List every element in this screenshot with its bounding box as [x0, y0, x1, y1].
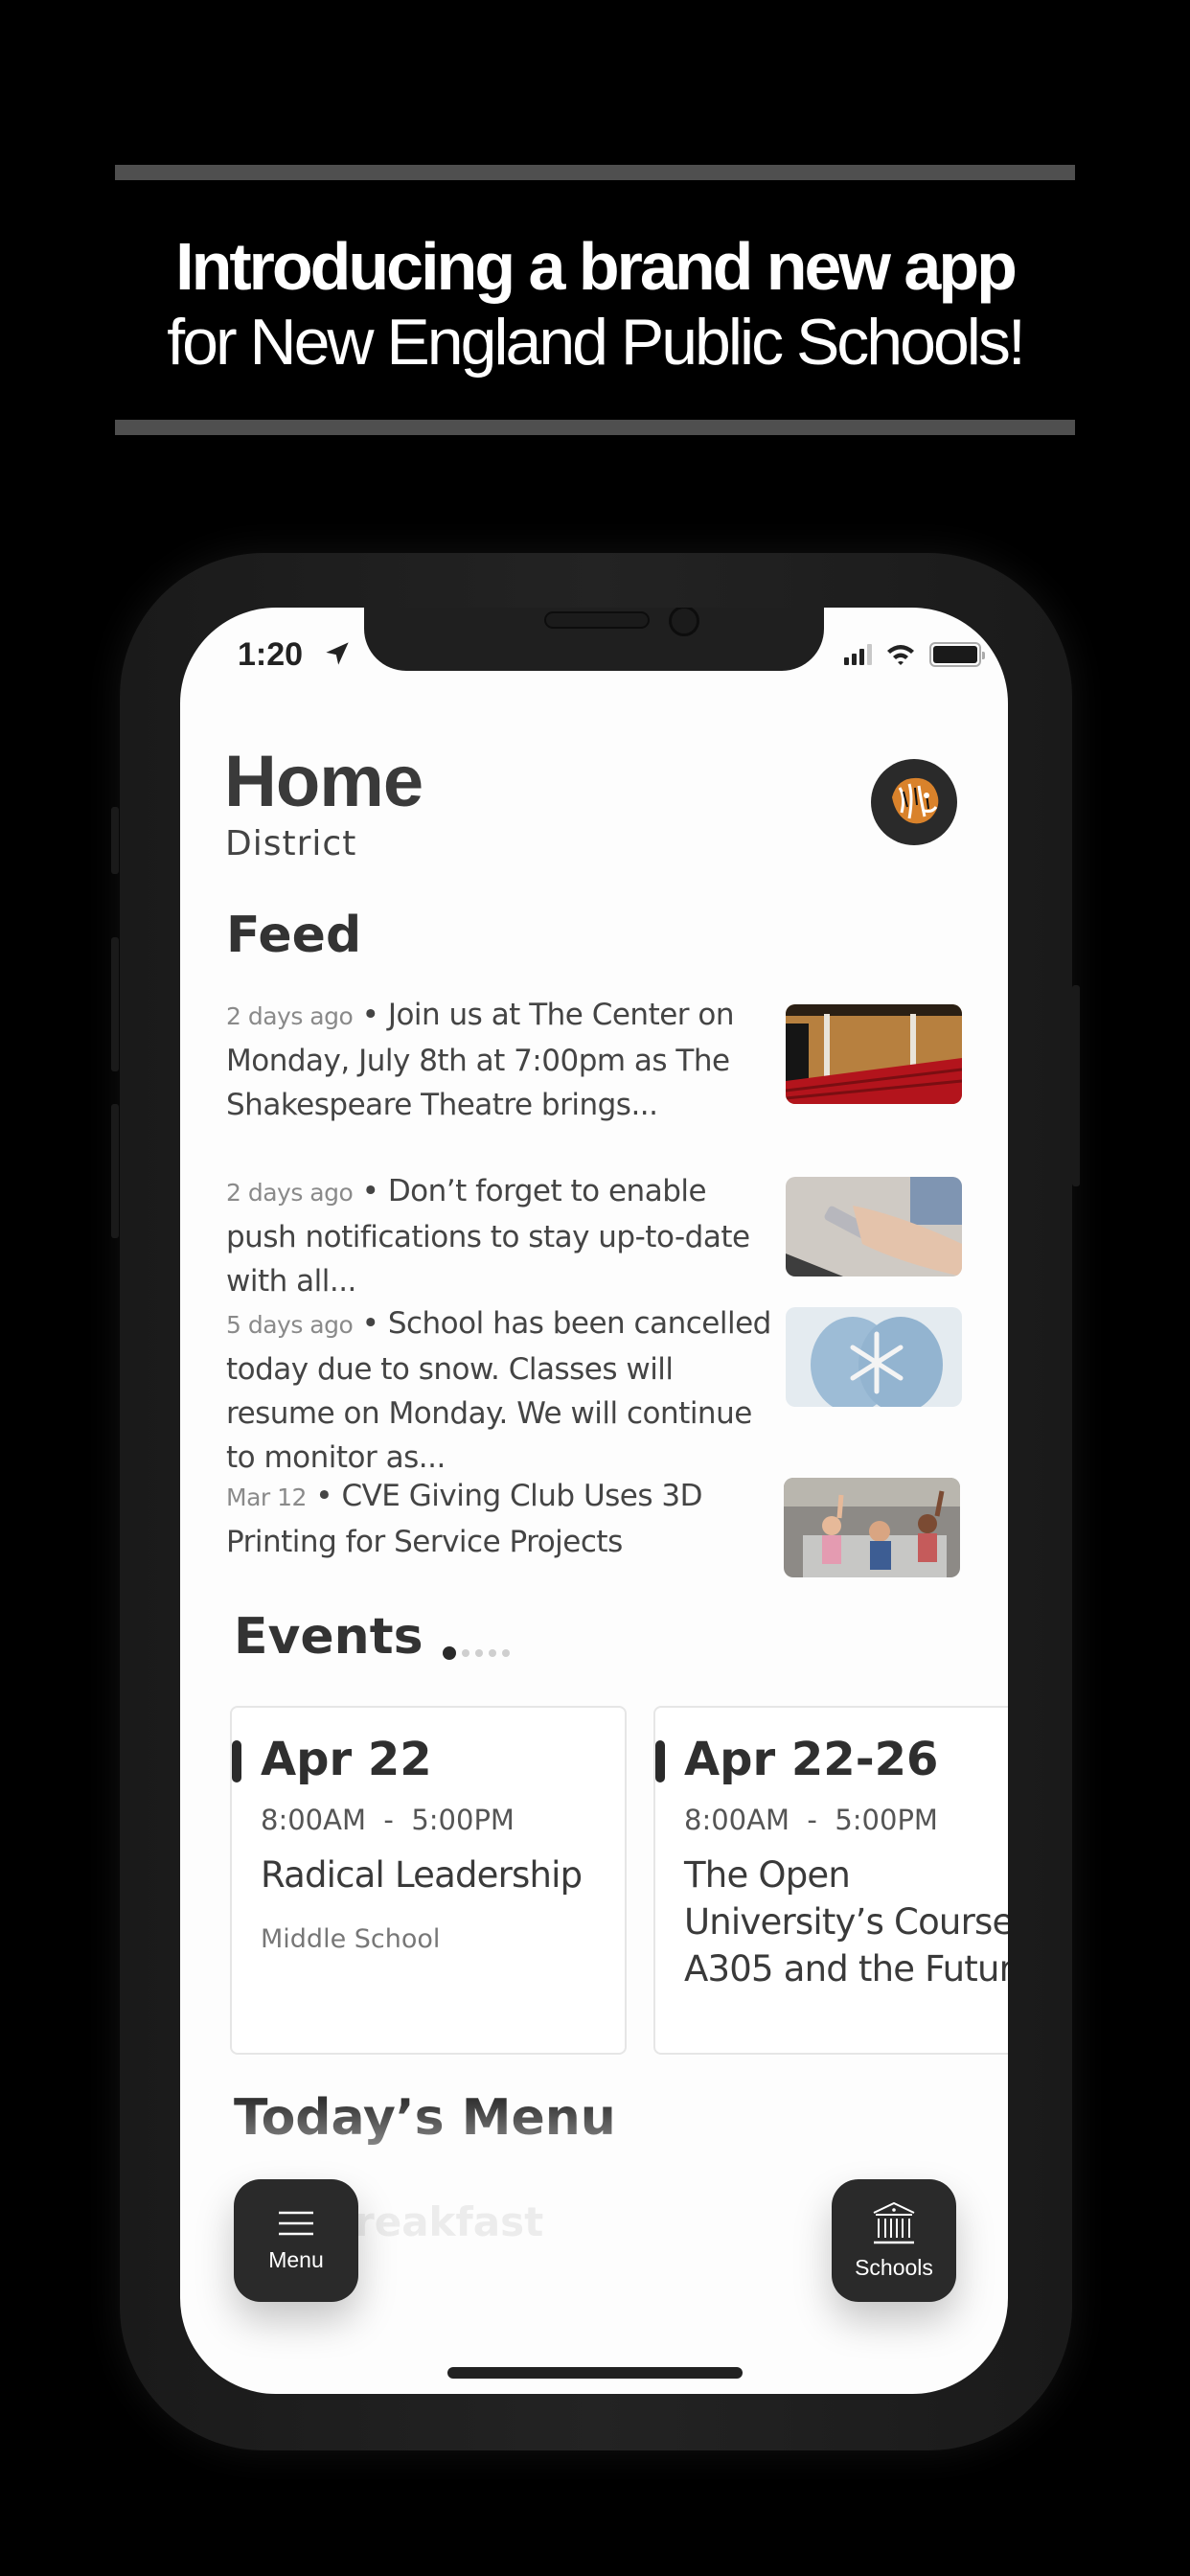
feed-item-separator: • [315, 1479, 333, 1513]
feed-item-text: 2 days ago • Don’t forget to enable push… [226, 1169, 772, 1303]
feed-item[interactable]: Mar 12 • CVE Giving Club Uses 3D Printin… [226, 1474, 960, 1577]
pagination-dot[interactable] [475, 1649, 483, 1657]
phone-screen: 1:20 Home District Feed 2 days ago • Joi… [180, 608, 1008, 2394]
volume-up-button [111, 937, 119, 1071]
feed-item-separator: • [361, 1174, 379, 1208]
location-arrow-icon [326, 642, 349, 665]
feed-item-separator: • [361, 1306, 379, 1341]
schools-button[interactable]: Schools [832, 2179, 956, 2302]
feed-item[interactable]: 2 days ago • Join us at The Center on Mo… [226, 993, 962, 1127]
status-indicators [844, 642, 985, 667]
events-pagination[interactable] [443, 1646, 510, 1660]
status-time: 1:20 [238, 636, 304, 673]
bottom-divider [115, 420, 1075, 435]
pagination-dot[interactable] [502, 1649, 510, 1657]
pagination-dot-active[interactable] [443, 1646, 456, 1660]
pagination-dot[interactable] [489, 1649, 496, 1657]
event-date: Apr 22 [261, 1733, 432, 1786]
phone-in-hand-photo [786, 1177, 962, 1276]
feed-item-date: 2 days ago [226, 1002, 354, 1030]
wifi-icon [887, 645, 914, 665]
front-camera [669, 608, 699, 636]
cellular-signal-icon [844, 644, 872, 665]
event-name: Radical Leadership [261, 1854, 583, 1896]
event-accent-bar [655, 1740, 665, 1782]
tiger-mascot-avatar[interactable] [871, 759, 957, 845]
hamburger-icon [279, 2211, 313, 2235]
mittens-snowflake-photo [786, 1307, 962, 1407]
event-card[interactable]: Apr 22-26 8:00AM - 5:00PM The Open Unive… [653, 1706, 1008, 2055]
event-school: Middle School [261, 1924, 441, 1954]
power-button [1072, 985, 1080, 1186]
feed-item-text: 2 days ago • Join us at The Center on Mo… [226, 993, 772, 1127]
volume-down-button [111, 1104, 119, 1238]
event-time: 8:00AM - 5:00PM [261, 1804, 515, 1836]
speaker-grille [544, 611, 650, 629]
event-accent-bar [232, 1740, 241, 1782]
feed-item[interactable]: 2 days ago • Don’t forget to enable push… [226, 1169, 962, 1303]
feed-item-separator: • [361, 998, 379, 1032]
todays-menu-heading: Today’s Menu [234, 2089, 616, 2147]
home-indicator[interactable] [447, 2367, 743, 2379]
top-divider [115, 165, 1075, 180]
theater-seats-photo [786, 1004, 962, 1104]
mute-switch [111, 807, 119, 874]
event-date: Apr 22-26 [684, 1733, 939, 1786]
feed-item-text: Mar 12 • CVE Giving Club Uses 3D Printin… [226, 1474, 772, 1564]
feed-item[interactable]: 5 days ago • School has been cancelled t… [226, 1301, 962, 1480]
feed-item-text: 5 days ago • School has been cancelled t… [226, 1301, 772, 1480]
menu-button[interactable]: Menu [234, 2179, 358, 2302]
notch [364, 608, 824, 671]
promo-subheadline: for New England Public Schools! [167, 306, 1026, 379]
classroom-hands-raised-photo [784, 1478, 960, 1577]
feed-item-date: 5 days ago [226, 1311, 354, 1339]
pagination-dot[interactable] [462, 1649, 469, 1657]
event-time: 8:00AM - 5:00PM [684, 1804, 938, 1836]
page-title: Home [224, 741, 423, 822]
menu-button-label: Menu [268, 2246, 324, 2272]
events-heading: Events [234, 1608, 423, 1666]
battery-icon [929, 642, 985, 667]
tiger-logo-icon [892, 777, 939, 824]
feed-item-date: Mar 12 [226, 1484, 307, 1511]
event-card[interactable]: Apr 22 8:00AM - 5:00PM Radical Leadershi… [230, 1706, 627, 2055]
schools-button-label: Schools [855, 2254, 933, 2280]
event-name: The Open University’s Course A305 and th… [684, 1854, 1008, 1990]
feed-heading: Feed [226, 907, 362, 964]
page-subtitle[interactable]: District [225, 824, 356, 863]
promo-headline: Introducing a brand new app [175, 229, 1018, 304]
school-building-icon [873, 2201, 915, 2243]
feed-item-date: 2 days ago [226, 1179, 354, 1207]
